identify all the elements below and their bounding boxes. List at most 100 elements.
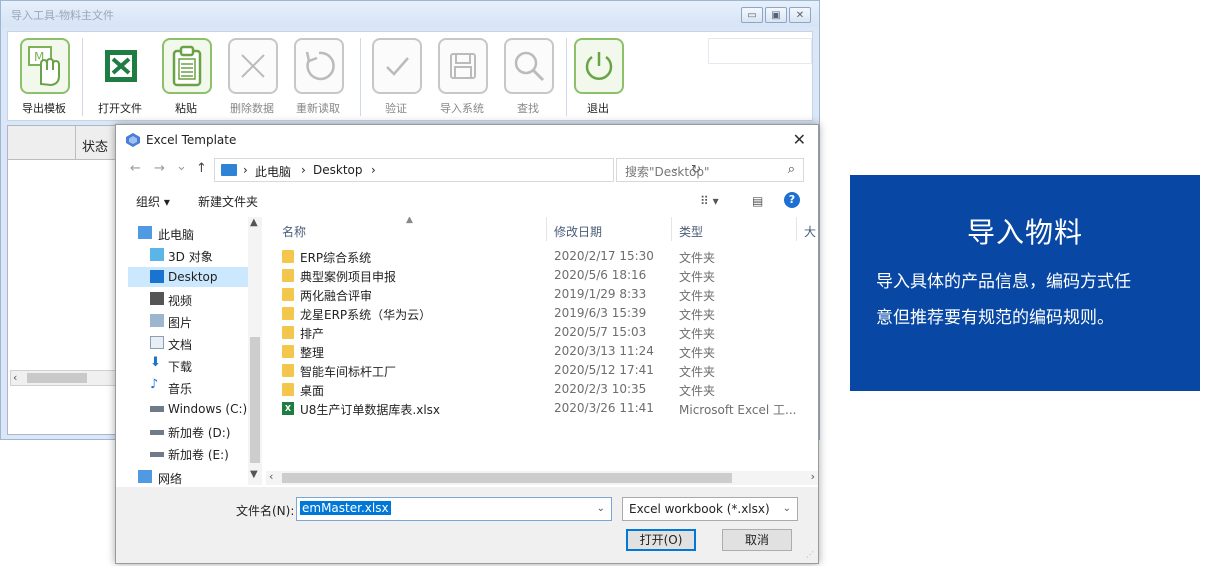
column-divider[interactable] [671,217,672,241]
nav-item-drive-c[interactable]: Windows (C:) [128,399,260,419]
nav-item-label: 新加卷 (E:) [168,448,229,462]
folder-icon [282,250,294,263]
scroll-down-icon[interactable]: ▼ [250,469,258,480]
cancel-button[interactable]: 取消 [722,529,792,551]
nav-item-downloads[interactable]: ⬇ 下载 [128,355,260,375]
breadcrumb-this-pc[interactable]: 此电脑 [255,163,291,180]
scroll-left-icon[interactable]: ‹ [269,470,273,483]
file-date: 2019/6/3 15:39 [554,306,647,320]
file-row[interactable]: ERP综合系统 2020/2/17 15:30 文件夹 [282,247,802,266]
search-input[interactable]: 搜索"Desktop" ⌕ [616,158,804,182]
nav-item-this-pc[interactable]: 此电脑 [128,223,260,243]
file-list-horizontal-scrollbar[interactable]: ‹ › [266,470,818,485]
column-divider[interactable] [546,217,547,241]
scroll-thumb[interactable] [250,337,260,463]
file-type: 文件夹 [679,384,716,398]
file-row[interactable]: 排产 2020/5/7 15:03 文件夹 [282,323,802,342]
tool-label: 查找 [517,102,539,115]
folder-icon [282,383,294,396]
column-divider[interactable] [796,217,797,241]
file-row[interactable]: 典型案例项目申报 2020/5/6 18:16 文件夹 [282,266,802,285]
filename-value[interactable]: emMaster.xlsx [300,501,391,515]
forward-arrow-icon[interactable]: → [154,161,165,176]
breadcrumb-desktop[interactable]: Desktop [313,163,363,177]
close-button[interactable]: ✕ [789,7,811,23]
nav-item-network[interactable]: 网络 [128,467,260,487]
paste-button[interactable]: 粘贴 [154,36,218,118]
nav-item-label: 此电脑 [158,228,195,242]
resize-grip-icon[interactable]: ⋰ [806,550,814,559]
navigation-scrollbar[interactable]: ▲ ▼ [248,217,262,485]
column-header-date[interactable]: 修改日期 [554,223,602,240]
info-card-text-line: 导入具体的产品信息，编码方式任 [876,272,1131,292]
organize-menu[interactable]: 组织 ▾ [136,193,170,210]
nav-item-desktop[interactable]: Desktop [128,267,260,287]
scroll-thumb[interactable] [282,473,732,483]
file-row[interactable]: X U8生产订单数据库表.xlsx 2020/3/26 11:41 Micros… [282,399,802,418]
network-icon [138,470,152,483]
new-folder-button[interactable]: 新建文件夹 [198,193,258,210]
dialog-close-icon[interactable]: ✕ [793,130,806,149]
import-system-button[interactable]: 导入系统 [430,36,494,118]
view-options-icon[interactable]: ⠿ ▾ [700,194,719,208]
scroll-thumb[interactable] [27,373,87,383]
chevron-down-icon[interactable]: ⌄ [597,503,605,514]
file-row[interactable]: 两化融合评审 2019/1/29 8:33 文件夹 [282,285,802,304]
file-date: 2020/5/7 15:03 [554,325,647,339]
folder-icon [282,269,294,282]
column-header-size[interactable]: 大 [804,223,816,240]
search-icon[interactable]: ⌕ [788,162,795,177]
scroll-up-icon[interactable]: ▲ [250,217,258,228]
search-placeholder: 搜索"Desktop" [625,165,710,179]
exit-button[interactable]: 退出 [566,36,630,118]
scroll-right-icon[interactable]: › [811,470,815,483]
magnifier-icon [504,38,554,94]
scroll-left-icon[interactable]: ‹ [13,371,17,384]
file-row[interactable]: 智能车间标杆工厂 2020/5/12 17:41 文件夹 [282,361,802,380]
find-button[interactable]: 查找 [496,36,560,118]
chevron-down-icon[interactable]: ⌄ [783,503,791,514]
preview-pane-icon[interactable]: ▤ [752,194,763,208]
up-arrow-icon[interactable]: ↑ [196,161,207,176]
export-template-button[interactable]: M 导出模板 [12,36,76,118]
clipboard-icon [162,38,212,94]
file-name: 智能车间标杆工厂 [300,365,397,379]
open-file-button[interactable]: 打开文件 [88,36,152,118]
recent-dropdown-icon[interactable]: ⌄ [176,159,187,174]
file-name: 桌面 [300,384,325,398]
column-header-type[interactable]: 类型 [679,223,703,240]
nav-item-pictures[interactable]: 图片 [128,311,260,331]
nav-item-drive-e[interactable]: 新加卷 (E:) [128,443,260,463]
file-name: U8生产订单数据库表.xlsx [300,403,441,417]
address-bar[interactable]: › 此电脑 › Desktop › ⌄ ↻ [214,158,701,182]
file-type-select[interactable]: Excel workbook (*.xlsx) ⌄ [622,497,798,521]
file-date: 2020/5/6 18:16 [554,268,647,282]
navigation-pane[interactable]: 此电脑 3D 对象 Desktop 视频 图片 文档 ⬇ 下载 ♪ 音乐 Win… [128,217,260,487]
open-button[interactable]: 打开(O) [626,529,696,551]
file-list[interactable]: ▲ 名称 修改日期 类型 大 ERP综合系统 2020/2/17 15:30 文… [266,217,818,487]
column-header-name[interactable]: 名称 [282,223,306,240]
tool-label: 验证 [385,102,407,115]
nav-item-videos[interactable]: 视频 [128,289,260,309]
file-row[interactable]: 桌面 2020/2/3 10:35 文件夹 [282,380,802,399]
validate-button[interactable]: 验证 [364,36,428,118]
reload-button[interactable]: 重新读取 [286,36,350,118]
file-row[interactable]: 整理 2020/3/13 11:24 文件夹 [282,342,802,361]
nav-item-music[interactable]: ♪ 音乐 [128,377,260,397]
nav-item-documents[interactable]: 文档 [128,333,260,353]
grid-horizontal-scrollbar[interactable]: ‹ [10,370,128,386]
video-icon [150,292,164,305]
back-arrow-icon[interactable]: ← [130,161,141,176]
file-row[interactable]: 龙星ERP系统（华为云） 2019/6/3 15:39 文件夹 [282,304,802,323]
nav-item-drive-d[interactable]: 新加卷 (D:) [128,421,260,441]
filename-input[interactable]: emMaster.xlsx ⌄ [296,497,612,521]
file-type: 文件夹 [679,289,716,303]
dialog-title: Excel Template [146,133,237,147]
column-status[interactable]: 状态 [82,136,108,155]
toolbar-field[interactable] [708,38,812,64]
minimize-button[interactable]: ▭ [741,7,763,23]
delete-data-button[interactable]: 删除数据 [220,36,284,118]
maximize-button[interactable]: ▣ [765,7,787,23]
nav-item-3d-objects[interactable]: 3D 对象 [128,245,260,265]
help-icon[interactable]: ? [784,192,800,208]
